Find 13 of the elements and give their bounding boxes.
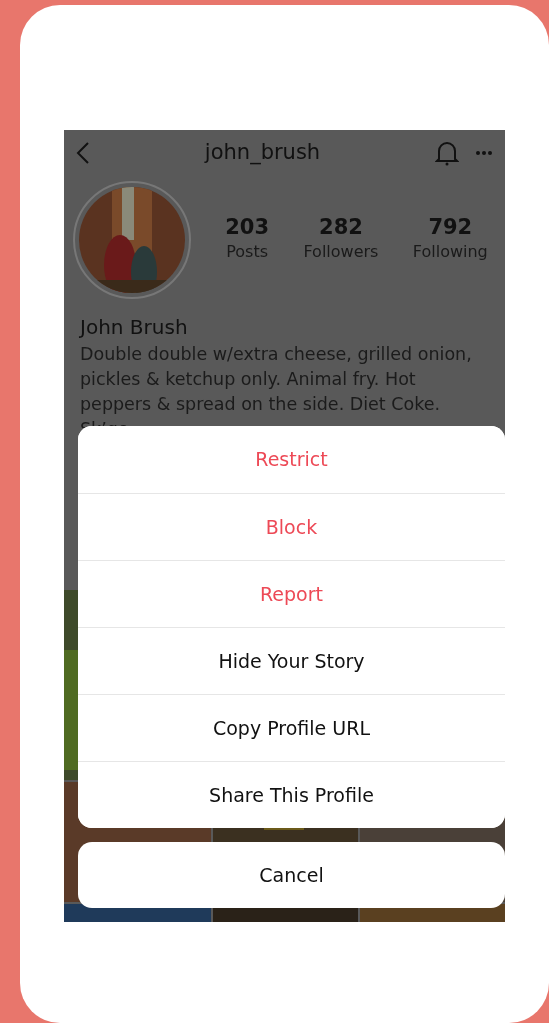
- profile-name: John Brush: [78, 314, 189, 341]
- stat-label[interactable]: Followers: [303, 239, 379, 264]
- stat-label[interactable]: Posts: [225, 239, 270, 264]
- stat-count: 203: [225, 216, 270, 240]
- back-icon[interactable]: [76, 141, 90, 165]
- stat-count: 282: [318, 216, 364, 240]
- stat-count: 792: [427, 216, 474, 240]
- cancel-button[interactable]: Cancel: [78, 842, 505, 908]
- more-icon[interactable]: [475, 150, 493, 156]
- username-title: john_brush: [204, 139, 321, 167]
- stat-label[interactable]: Following: [412, 239, 488, 264]
- menu-option[interactable]: Share This Profile: [78, 761, 505, 828]
- bell-icon[interactable]: [435, 140, 459, 166]
